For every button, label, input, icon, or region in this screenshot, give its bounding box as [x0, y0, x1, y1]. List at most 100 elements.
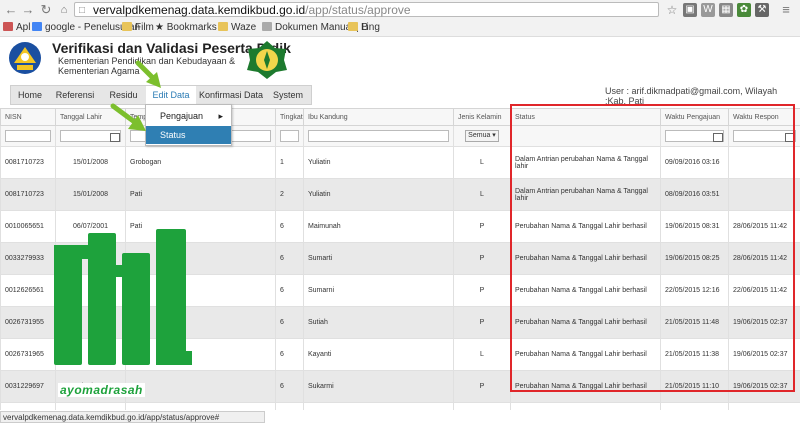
page-icon — [262, 22, 272, 31]
cell-jenis-kelamin: P — [454, 275, 511, 307]
menu-system[interactable]: System — [266, 86, 310, 104]
menu-icon[interactable]: ≡ — [778, 2, 794, 18]
home-icon[interactable]: ⌂ — [56, 2, 72, 18]
cell-tingkat: 2 — [276, 179, 304, 211]
cell-tingkat: 1 — [276, 147, 304, 179]
browser-status-bar: vervalpdkemenag.data.kemdikbud.go.id/app… — [0, 411, 265, 423]
col-nisn[interactable]: NISN — [1, 109, 56, 126]
cell-nisn: 0033279933 — [1, 243, 56, 275]
col-tingkat[interactable]: Tingkat — [276, 109, 304, 126]
user-info: User : arif.dikmadpati@gmail.com, Wilaya… — [605, 86, 800, 106]
cell-tingkat: 6 — [276, 371, 304, 403]
cell-status: Perubahan Nama & Tanggal Lahir berhasil — [511, 403, 661, 411]
browser-toolbar: ← → ↻ ⌂ □ vervalpdkemenag.data.kemdikbud… — [0, 0, 800, 21]
bookmark-film[interactable]: Film — [122, 20, 154, 36]
cell-jenis-kelamin: L — [454, 147, 511, 179]
forward-icon[interactable]: → — [20, 2, 36, 18]
arrow-icon — [110, 103, 150, 135]
filter-nisn-input[interactable] — [5, 130, 51, 142]
cell-tanggal-lahir: 15/01/2008 — [56, 147, 126, 179]
col-ibu-kandung[interactable]: Ibu Kandung — [304, 109, 454, 126]
extension-w-icon[interactable]: W — [701, 3, 715, 17]
cell-waktu-respon: 19/06/2015 02:37 — [729, 403, 800, 411]
menu-konfirmasi-data[interactable]: Konfirmasi Data — [196, 86, 266, 104]
submenu-arrow-icon: ▸ — [218, 107, 223, 125]
filter-tingkat-input[interactable] — [280, 130, 299, 142]
watermark-text: ayomadrasah — [58, 383, 145, 397]
cell-tempat-lahir: Pati — [126, 179, 276, 211]
cell-tanggal-lahir: 24/05/2003 — [56, 403, 126, 411]
cell-tingkat: 6 — [276, 339, 304, 371]
url-host: vervalpdkemenag.data.kemdikbud.go.id — [93, 3, 305, 17]
cell-tingkat: 6 — [276, 211, 304, 243]
extension-tool-icon[interactable]: ⚒ — [755, 3, 769, 17]
cell-nisn: 0081710723 — [1, 179, 56, 211]
col-jenis-kelamin[interactable]: Jenis Kelamin — [454, 109, 511, 126]
cell-ibu-kandung: Sutiah — [304, 307, 454, 339]
cell-nisn: 0031841082 — [1, 403, 56, 411]
cell-tempat-lahir: Pati — [126, 403, 276, 411]
cell-tanggal-lahir: 15/01/2008 — [56, 179, 126, 211]
arrow-icon — [135, 60, 165, 92]
cell-nisn: 0012626561 — [1, 275, 56, 307]
cell-ibu-kandung: Sumarni — [304, 275, 454, 307]
reload-icon[interactable]: ↻ — [38, 2, 54, 18]
cell-jenis-kelamin: P — [454, 243, 511, 275]
apps-icon — [3, 22, 13, 31]
cell-ibu-kandung: Sumarti — [304, 243, 454, 275]
url-path: /app/status/approve — [305, 3, 410, 17]
extension-leaf-icon[interactable]: ✿ — [737, 3, 751, 17]
cell-nisn: 0081710723 — [1, 147, 56, 179]
cell-ibu-kandung: Sukarmi — [304, 371, 454, 403]
cell-tingkat: 5 — [276, 403, 304, 411]
cell-tempat-lahir: Grobogan — [126, 147, 276, 179]
cell-tingkat: 6 — [276, 307, 304, 339]
cell-ibu-kandung: Maimunah — [304, 211, 454, 243]
menu-home[interactable]: Home — [11, 86, 49, 104]
bookmark-ling[interactable]: Ling — [348, 20, 380, 36]
folder-icon — [348, 22, 358, 31]
cell-jenis-kelamin: P — [454, 403, 511, 411]
star-icon[interactable]: ☆ — [664, 2, 680, 18]
cell-jenis-kelamin: P — [454, 211, 511, 243]
highlight-box — [510, 104, 795, 392]
cell-nisn: 0026731955 — [1, 307, 56, 339]
extension-camera-icon[interactable]: ▣ — [683, 3, 697, 17]
filter-ibu-input[interactable] — [308, 130, 449, 142]
back-icon[interactable]: ← — [3, 2, 19, 18]
dropdown-pengajuan[interactable]: Pengajuan▸ — [146, 107, 231, 125]
bookmark-waze[interactable]: Waze — [218, 20, 256, 36]
dropdown-status[interactable]: Status — [146, 126, 231, 144]
table-row[interactable]: 003184108224/05/2003Pati5SriyanahPPeruba… — [1, 403, 800, 411]
subtitle-line-2: Kementerian Agama — [58, 66, 140, 76]
cell-jenis-kelamin: L — [454, 339, 511, 371]
cell-ibu-kandung: Sriyanah — [304, 403, 454, 411]
cell-jenis-kelamin: L — [454, 179, 511, 211]
edit-data-dropdown: Pengajuan▸ Status — [145, 104, 232, 146]
cell-nisn: 0010065651 — [1, 211, 56, 243]
cell-nisn: 0031229697 — [1, 371, 56, 403]
folder-icon — [122, 22, 132, 31]
bookmarks-bar: Apl google - Penelusuran Film ★ Bookmark… — [0, 20, 800, 37]
star-icon: ★ — [155, 22, 167, 33]
folder-icon — [218, 22, 228, 31]
cell-jenis-kelamin: P — [454, 371, 511, 403]
address-bar[interactable]: □ vervalpdkemenag.data.kemdikbud.go.id/a… — [74, 2, 659, 17]
ayomadrasah-watermark-logo — [52, 225, 192, 385]
bookmark-apps[interactable]: Apl — [3, 20, 30, 36]
cell-ibu-kandung: Yuliatin — [304, 179, 454, 211]
cell-ibu-kandung: Yuliatin — [304, 147, 454, 179]
cell-ibu-kandung: Kayanti — [304, 339, 454, 371]
cell-jenis-kelamin: P — [454, 307, 511, 339]
cell-nisn: 0026731965 — [1, 339, 56, 371]
bookmark-bookmarks[interactable]: ★ Bookmarks — [155, 20, 217, 36]
google-icon — [32, 22, 42, 31]
kemenag-logo — [246, 40, 288, 80]
extension-grid-icon[interactable]: ▦ — [719, 3, 733, 17]
cell-tingkat: 6 — [276, 275, 304, 307]
filter-gender-select[interactable]: Semua ▾ — [465, 130, 499, 142]
cell-tingkat: 6 — [276, 243, 304, 275]
menu-referensi[interactable]: Referensi — [49, 86, 101, 104]
cell-waktu-pengajuan: 21/05/2015 11:01 — [661, 403, 729, 411]
tut-wuri-handayani-logo — [8, 39, 42, 77]
